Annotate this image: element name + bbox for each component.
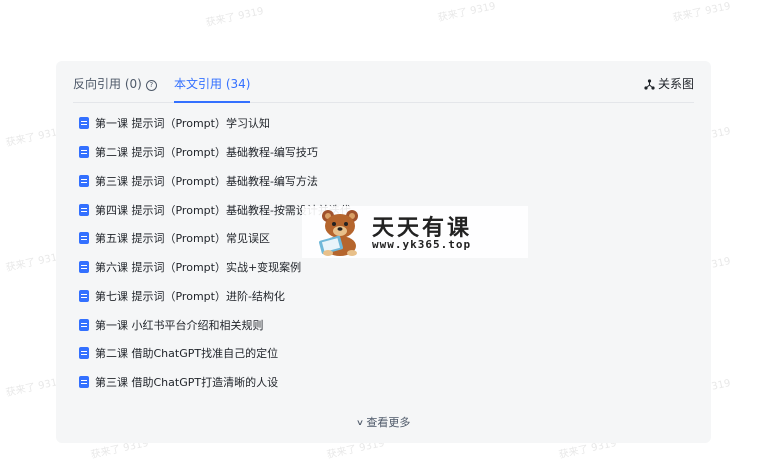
document-icon xyxy=(79,175,89,187)
show-more-label: 查看更多 xyxy=(366,416,411,429)
chevron-down-icon: ∨ xyxy=(355,418,364,427)
reference-tabs: 反向引用 (0)? 本文引用 (34) 关系图 xyxy=(73,74,694,103)
list-item[interactable]: 第六课 提示词（Prompt）实战+变现案例 xyxy=(79,259,301,277)
help-icon[interactable]: ? xyxy=(145,80,157,91)
list-item[interactable]: 第二课 借助ChatGPT找准自己的定位 xyxy=(79,345,278,363)
document-icon xyxy=(79,146,89,158)
watermark: 获来了 9319 xyxy=(671,0,732,24)
show-more-button[interactable]: ∨ 查看更多 xyxy=(56,414,711,430)
relation-graph-button[interactable]: 关系图 xyxy=(644,74,694,94)
bear-mascot-icon xyxy=(319,210,358,256)
logo-url: www.yk365.top xyxy=(372,238,472,251)
list-item[interactable]: 第一课 小红书平台介绍和相关规则 xyxy=(79,317,264,335)
list-item[interactable]: 第七课 提示词（Prompt）进阶-结构化 xyxy=(79,288,285,306)
document-icon xyxy=(79,117,89,129)
list-item[interactable]: 第一课 提示词（Prompt）学习认知 xyxy=(79,115,270,133)
document-icon xyxy=(79,204,89,216)
watermark: 获来了 9319 xyxy=(436,0,497,24)
logo-watermark: 天天有课 www.yk365.top xyxy=(302,206,528,258)
list-item-title: 第三课 提示词（Prompt）基础教程-编写方法 xyxy=(95,175,318,188)
list-item[interactable]: 第二课 提示词（Prompt）基础教程-编写技巧 xyxy=(79,144,318,162)
tab-references-label: 本文引用 (34) xyxy=(174,77,251,91)
document-icon xyxy=(79,376,89,388)
list-item-title: 第二课 提示词（Prompt）基础教程-编写技巧 xyxy=(95,146,318,159)
tab-backlinks-label: 反向引用 (0) xyxy=(73,77,142,91)
graph-icon xyxy=(644,79,655,90)
list-item-title: 第五课 提示词（Prompt）常见误区 xyxy=(95,232,270,245)
list-item[interactable]: 第五课 提示词（Prompt）常见误区 xyxy=(79,230,270,248)
tab-backlinks[interactable]: 反向引用 (0)? xyxy=(73,74,157,102)
document-icon xyxy=(79,261,89,273)
watermark: 获来了 9319 xyxy=(204,5,265,29)
list-item-title: 第七课 提示词（Prompt）进阶-结构化 xyxy=(95,290,285,303)
document-icon xyxy=(79,347,89,359)
document-icon xyxy=(79,232,89,244)
list-item-title: 第三课 借助ChatGPT打造清晰的人设 xyxy=(95,376,279,389)
list-item-title: 第二课 借助ChatGPT找准自己的定位 xyxy=(95,347,279,360)
document-icon xyxy=(79,290,89,302)
list-item[interactable]: 第三课 提示词（Prompt）基础教程-编写方法 xyxy=(79,173,318,191)
relation-graph-label: 关系图 xyxy=(657,77,694,91)
list-item[interactable]: 第三课 借助ChatGPT打造清晰的人设 xyxy=(79,374,278,392)
list-item-title: 第六课 提示词（Prompt）实战+变现案例 xyxy=(95,261,302,274)
list-item-title: 第一课 提示词（Prompt）学习认知 xyxy=(95,117,270,130)
tab-references[interactable]: 本文引用 (34) xyxy=(174,74,251,103)
list-item-title: 第一课 小红书平台介绍和相关规则 xyxy=(95,319,264,332)
document-icon xyxy=(79,319,89,331)
